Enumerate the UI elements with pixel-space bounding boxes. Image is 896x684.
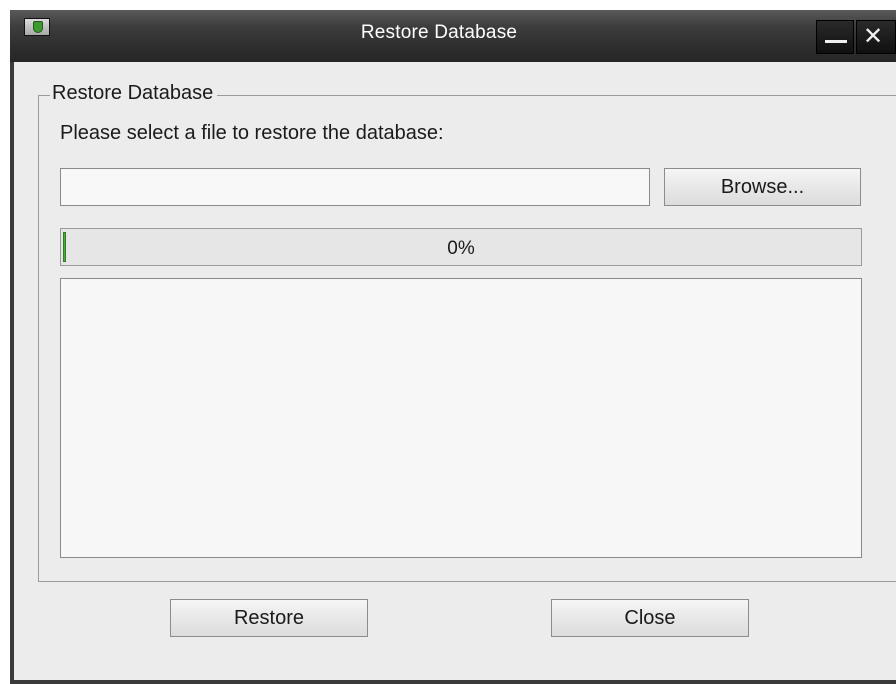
title-bar[interactable]: Restore Database ✕: [10, 10, 896, 62]
instruction-label: Please select a file to restore the data…: [60, 122, 444, 144]
dialog-body: Restore Database Please select a file to…: [14, 62, 896, 680]
close-button[interactable]: Close: [551, 599, 749, 637]
restore-database-window: Restore Database ✕ Restore Database Plea…: [10, 10, 896, 684]
browse-button[interactable]: Browse...: [664, 168, 861, 206]
close-icon: ✕: [863, 23, 884, 50]
window-title: Restore Database: [360, 22, 518, 43]
restore-progress-bar: 0%: [60, 228, 862, 266]
restore-button[interactable]: Restore: [170, 599, 368, 637]
minimize-button[interactable]: [816, 20, 854, 54]
file-path-input[interactable]: [60, 168, 650, 206]
minimize-icon: [825, 40, 847, 43]
group-legend: Restore Database: [50, 82, 218, 105]
restore-log-area[interactable]: [60, 278, 862, 558]
window-close-button[interactable]: ✕: [856, 20, 896, 54]
progress-label: 0%: [447, 238, 475, 259]
